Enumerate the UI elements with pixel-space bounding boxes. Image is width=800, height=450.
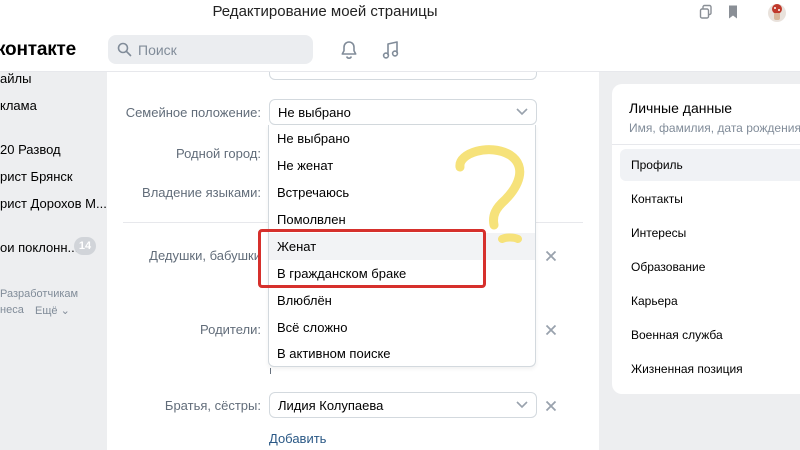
site-logo[interactable]: контакте <box>0 39 76 61</box>
parents-label: Родители: <box>200 322 261 337</box>
question-mark-doodle <box>455 145 525 243</box>
search-icon <box>117 42 132 57</box>
languages-label: Владение языками: <box>142 185 261 200</box>
search-box[interactable] <box>108 35 313 64</box>
bookmark-icon[interactable] <box>725 4 741 20</box>
personal-data-title[interactable]: Личные данные <box>629 100 732 116</box>
sidebar-item-fans[interactable]: ои поклонн... <box>0 240 78 260</box>
previous-field-edge <box>269 72 537 80</box>
sidebar-item-group-1[interactable]: 20 Развод <box>0 142 61 162</box>
sidebar-item-ads[interactable]: клама <box>0 98 37 118</box>
menu-divider <box>612 144 800 145</box>
menu-item-career[interactable]: Карьера <box>620 285 800 317</box>
sidebar-item-files[interactable]: айлы <box>0 71 31 91</box>
marital-status-label: Семейное положение: <box>125 105 261 120</box>
sidebar-item-group-2[interactable]: рист Брянск <box>0 169 73 189</box>
marital-status-select[interactable]: Не выбрано <box>269 99 537 125</box>
dropdown-option[interactable]: Всё сложно <box>269 314 535 341</box>
siblings-label: Братья, сёстры: <box>164 398 261 413</box>
menu-item-contacts[interactable]: Контакты <box>620 183 800 215</box>
notifications-bell-icon[interactable] <box>338 39 360 61</box>
menu-item-life-position[interactable]: Жизненная позиция <box>620 353 800 385</box>
window-title: Редактирование моей страницы <box>212 3 438 20</box>
chevron-down-icon <box>516 108 528 116</box>
fans-count-badge: 14 <box>74 237 96 255</box>
marital-status-value: Не выбрано <box>278 105 351 120</box>
chevron-down-icon <box>516 401 528 409</box>
menu-item-interests[interactable]: Интересы <box>620 217 800 249</box>
search-input[interactable] <box>138 40 303 60</box>
window-titlebar: Редактирование моей страницы <box>0 0 800 28</box>
footer-business-link[interactable]: неса <box>0 304 24 316</box>
menu-item-education[interactable]: Образование <box>620 251 800 283</box>
chevron-down-icon: ⌄ <box>60 305 70 317</box>
hometown-label: Родной город: <box>176 146 261 161</box>
site-header: контакте <box>0 28 800 72</box>
footer-more-link[interactable]: Ещё ⌄ <box>35 304 70 317</box>
avatar[interactable] <box>766 1 788 23</box>
menu-item-military[interactable]: Военная служба <box>620 319 800 351</box>
sidebar-item-group-3[interactable]: рист Дорохов М... <box>0 196 107 216</box>
dropdown-option[interactable]: В активном поиске <box>269 340 535 367</box>
personal-data-subtitle: Имя, фамилия, дата рождения, <box>629 121 800 135</box>
dropdown-option[interactable]: Влюблён <box>269 287 535 314</box>
copy-icon[interactable] <box>698 4 714 20</box>
settings-menu-card: Личные данные Имя, фамилия, дата рождени… <box>612 84 800 394</box>
sibling-select[interactable]: Лидия Колупаева <box>269 392 537 418</box>
footer-more-label: Ещё <box>35 305 58 317</box>
close-icon[interactable] <box>545 324 557 336</box>
sibling-value: Лидия Колупаева <box>278 398 384 413</box>
close-icon[interactable] <box>545 400 557 412</box>
menu-item-profile[interactable]: Профиль <box>620 149 800 181</box>
add-sibling-link[interactable]: Добавить <box>269 431 326 446</box>
grandparents-label: Дедушки, бабушки <box>149 248 261 263</box>
footer-developers-link[interactable]: Разработчикам <box>0 288 78 300</box>
close-icon[interactable] <box>545 250 557 262</box>
music-icon[interactable] <box>380 39 402 61</box>
